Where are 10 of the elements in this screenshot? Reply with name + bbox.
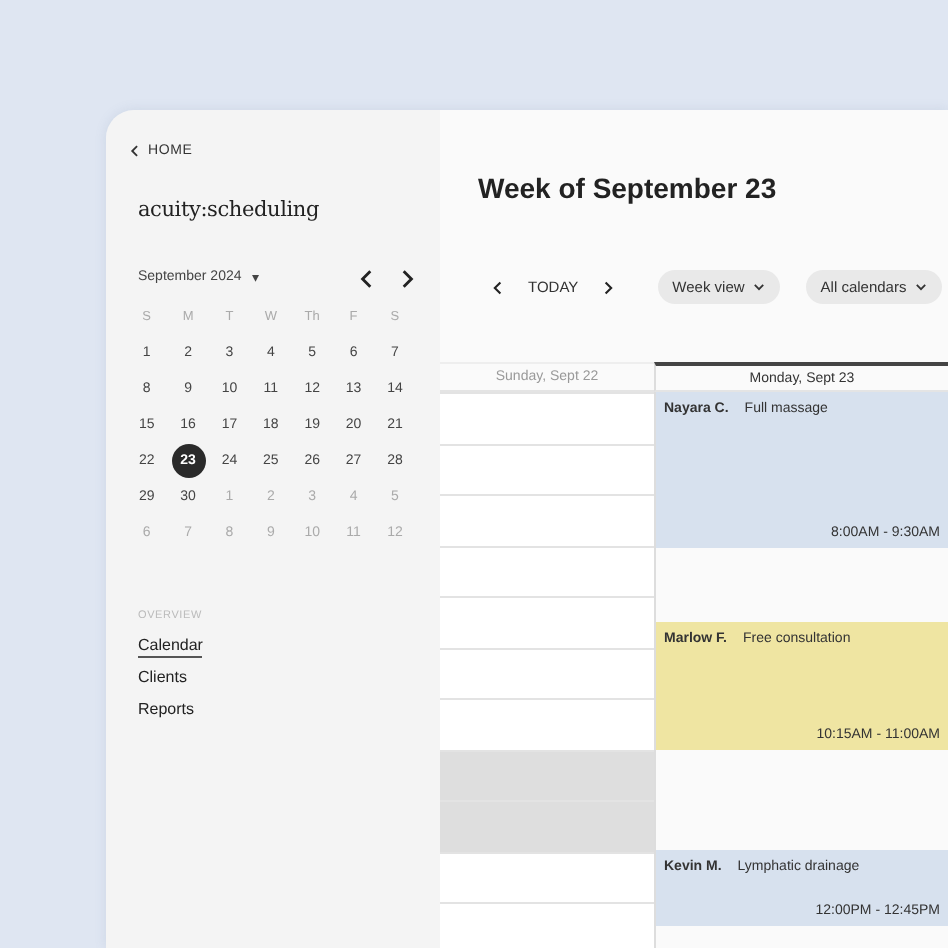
back-icon: [128, 144, 142, 158]
chevron-down-icon: [752, 280, 767, 294]
logo: acuity:scheduling: [138, 198, 321, 222]
page-title: Week of September 23: [478, 172, 779, 204]
chevron-right-icon: [600, 279, 617, 295]
nav-link[interactable]: Calendar: [138, 636, 203, 658]
chevron-left-icon: [490, 279, 506, 295]
nav-link[interactable]: Reports: [138, 700, 195, 722]
chevron-down-icon: [914, 280, 929, 294]
nav-link[interactable]: Clients: [138, 668, 187, 690]
